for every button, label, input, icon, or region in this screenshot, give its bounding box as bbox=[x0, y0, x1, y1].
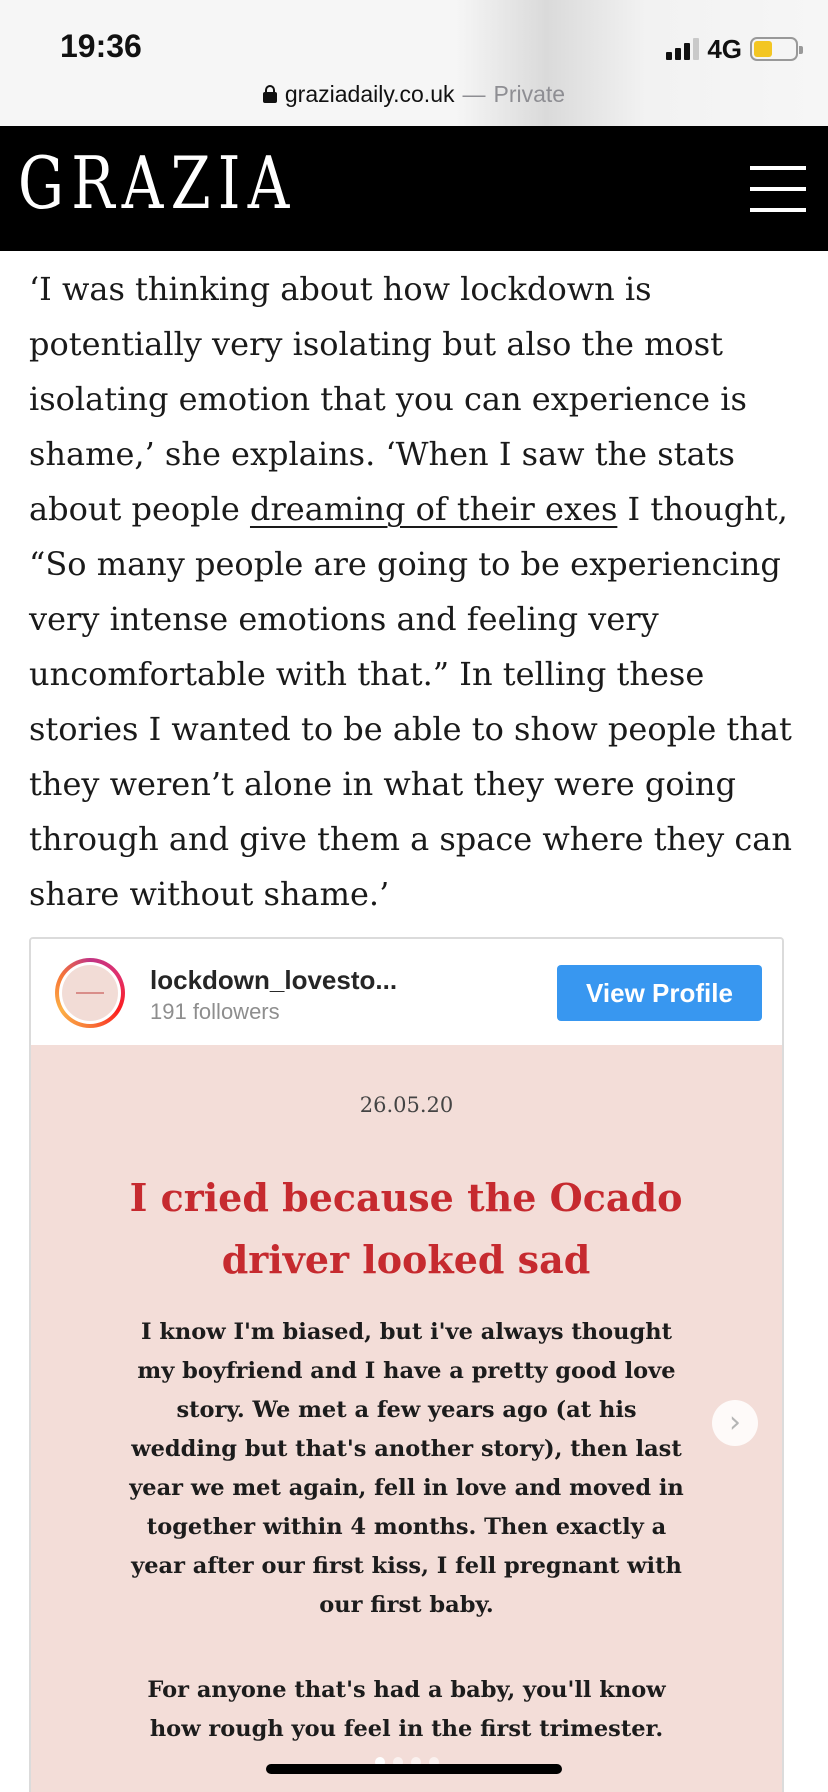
post-date: 26.05.20 bbox=[359, 1093, 454, 1117]
url-separator: — bbox=[462, 80, 486, 107]
url-bar[interactable]: graziadaily.co.uk — Private bbox=[0, 76, 828, 112]
status-time: 19:36 bbox=[60, 28, 142, 64]
home-indicator[interactable] bbox=[266, 1764, 562, 1774]
post-image[interactable]: 26.05.20 I cried because the Ocado drive… bbox=[31, 1045, 782, 1792]
follower-count: 191 followers bbox=[150, 999, 280, 1024]
post-body-paragraph-2: For anyone that's had a baby, you'll kno… bbox=[147, 1677, 666, 1742]
instagram-embed: lockdown_lovesto... 191 followers View P… bbox=[29, 937, 784, 1792]
url-domain: graziadaily.co.uk bbox=[284, 80, 455, 107]
grazia-logo[interactable]: GRAZIA bbox=[18, 143, 297, 223]
post-title: I cried because the Ocado driver looked … bbox=[129, 1175, 683, 1282]
chevron-right-icon[interactable]: › bbox=[712, 1400, 758, 1446]
post-body-paragraph-1: I know I'm biased, but i've always thoug… bbox=[129, 1319, 684, 1618]
instagram-embed-header: lockdown_lovesto... 191 followers View P… bbox=[31, 939, 782, 1045]
network-type: 4G bbox=[707, 33, 742, 64]
browser-top-chrome: 19:36 4G graziadaily.co.uk — Private bbox=[0, 0, 828, 126]
lock-icon bbox=[262, 85, 277, 103]
battery-icon bbox=[750, 37, 803, 61]
dreaming-of-exes-link[interactable]: dreaming of their exes bbox=[250, 490, 617, 528]
private-mode-label: Private bbox=[493, 80, 566, 107]
profile-avatar[interactable] bbox=[55, 958, 125, 1028]
site-header: GRAZIA bbox=[0, 126, 828, 251]
status-indicators: 4G bbox=[666, 33, 803, 64]
article-paragraph: ‘I was thinking about how lockdown is po… bbox=[29, 262, 799, 922]
account-name[interactable]: lockdown_lovesto... bbox=[150, 965, 397, 996]
cellular-signal-icon bbox=[666, 38, 700, 60]
view-profile-button[interactable]: View Profile bbox=[557, 965, 762, 1021]
article-text-after-link: I thought, “So many people are going to … bbox=[29, 490, 792, 913]
hamburger-menu-icon[interactable] bbox=[750, 166, 806, 212]
